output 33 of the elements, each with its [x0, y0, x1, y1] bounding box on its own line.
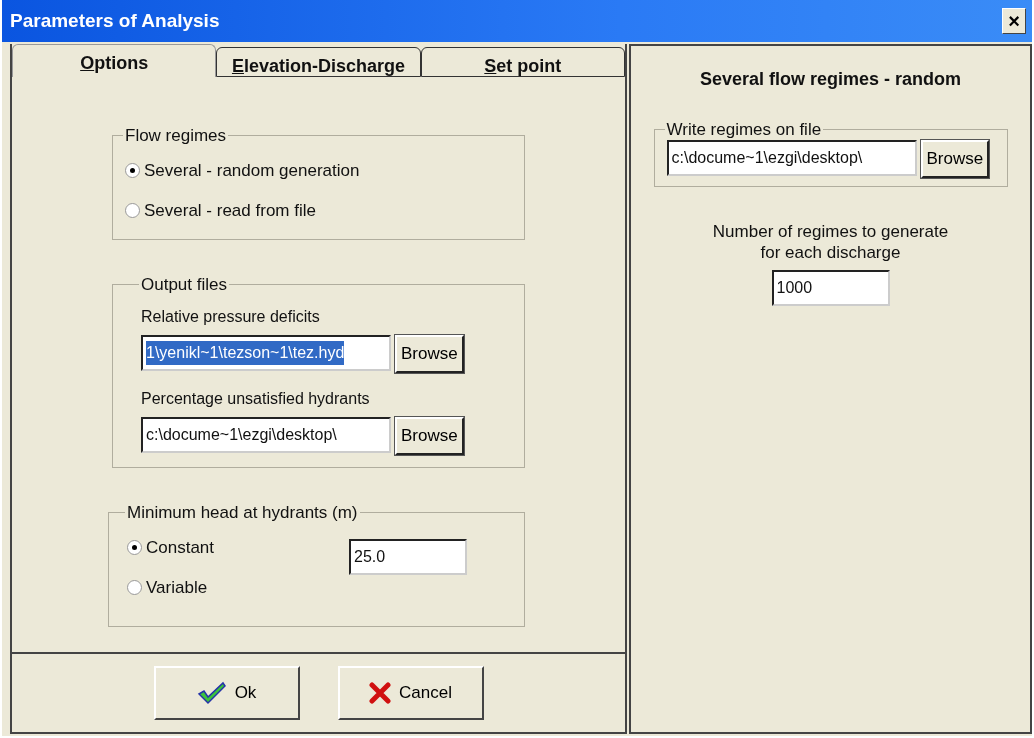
- input-field[interactable]: 25.0: [349, 539, 467, 575]
- input-field[interactable]: c:\docume~1\ezgi\desktop\: [141, 417, 391, 453]
- window-title: Parameters of Analysis: [10, 8, 220, 33]
- radio-button[interactable]: [127, 579, 142, 595]
- group-label: Write regimes on file: [665, 121, 823, 138]
- radio-button[interactable]: [127, 540, 142, 556]
- browse-button[interactable]: Browse: [920, 140, 990, 178]
- close-button[interactable]: ×: [1002, 8, 1026, 34]
- browse-button[interactable]: Browse: [395, 417, 464, 455]
- tab[interactable]: Set point: [420, 47, 625, 77]
- ok-button[interactable]: Ok: [153, 666, 300, 720]
- input-field[interactable]: 1000: [771, 269, 890, 306]
- radio-label: Variable: [146, 576, 208, 599]
- field-label: Percentage unsatisfied hydrants: [141, 389, 371, 409]
- tab[interactable]: Options: [12, 44, 217, 77]
- input-field[interactable]: c:\docume~1\ezgi\desktop\: [666, 140, 917, 176]
- tab[interactable]: Elevation-Discharge: [216, 47, 421, 77]
- radio-label: Constant: [146, 537, 215, 559]
- radio-button[interactable]: [125, 202, 140, 218]
- checkmark-icon: [196, 681, 227, 705]
- group-label: Flow regimes: [124, 127, 228, 144]
- cancel-button[interactable]: Cancel: [337, 666, 484, 720]
- radio-label: Several - random generation: [144, 160, 360, 182]
- panel-title: Several flow regimes - random: [699, 68, 962, 91]
- x-icon: [369, 682, 392, 704]
- input-field[interactable]: 1\yenikl~1\tezson~1\tez.hyd: [141, 335, 391, 371]
- group-label: Output files: [140, 276, 228, 293]
- browse-button[interactable]: Browse: [395, 335, 464, 373]
- field-label: Number of regimes to generate for each discharge: [712, 221, 949, 264]
- group-label: Minimum head at hydrants (m): [126, 504, 359, 521]
- field-label: Relative pressure deficits: [141, 307, 321, 327]
- radio-label: Several - read from file: [144, 199, 316, 222]
- radio-button[interactable]: [125, 163, 140, 179]
